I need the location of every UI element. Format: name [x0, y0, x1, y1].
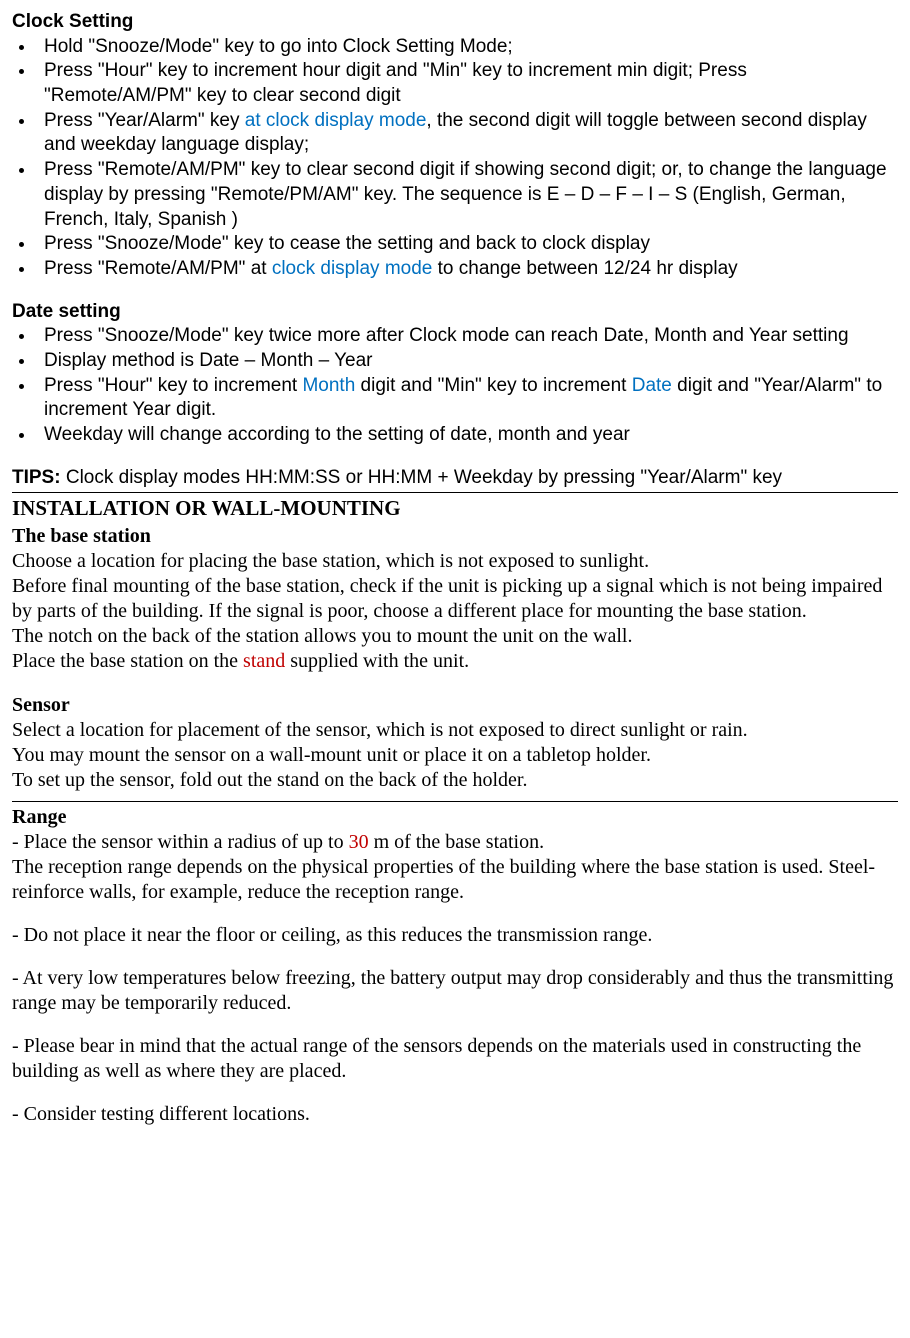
- text-span: Month: [302, 375, 355, 396]
- date-setting-heading: Date setting: [12, 300, 898, 325]
- divider: [12, 492, 898, 493]
- base-station-para4-b: stand: [243, 650, 285, 672]
- list-item: Press "Year/Alarm" key at clock display …: [36, 109, 898, 158]
- text-span: digit and "Min" key to increment: [355, 375, 631, 396]
- text-span: Press "Hour" key to increment hour digit…: [44, 60, 747, 106]
- range-para6: - Consider testing different locations.: [12, 1102, 898, 1127]
- list-item: Press "Snooze/Mode" key to cease the set…: [36, 232, 898, 257]
- clock-setting-list: Hold "Snooze/Mode" key to go into Clock …: [36, 35, 898, 282]
- base-station-para3: The notch on the back of the station all…: [12, 624, 898, 649]
- list-item: Press "Remote/AM/PM" at clock display mo…: [36, 257, 898, 282]
- list-item: Press "Hour" key to increment hour digit…: [36, 59, 898, 108]
- text-span: to change between 12/24 hr display: [432, 258, 737, 279]
- tips-label: TIPS:: [12, 467, 61, 488]
- text-span: Press "Snooze/Mode" key to cease the set…: [44, 233, 650, 254]
- text-span: Press "Remote/AM/PM" key to clear second…: [44, 159, 887, 229]
- range-para5: - Please bear in mind that the actual ra…: [12, 1034, 898, 1084]
- base-station-heading: The base station: [12, 523, 898, 549]
- list-item: Weekday will change according to the set…: [36, 423, 898, 448]
- range-para2: The reception range depends on the physi…: [12, 855, 898, 905]
- range-para3: - Do not place it near the floor or ceil…: [12, 923, 898, 948]
- list-item: Hold "Snooze/Mode" key to go into Clock …: [36, 35, 898, 60]
- text-span: Press "Remote/AM/PM" at: [44, 258, 272, 279]
- base-station-para4: Place the base station on the stand supp…: [12, 649, 898, 674]
- clock-setting-heading: Clock Setting: [12, 10, 898, 35]
- tips-text: Clock display modes HH:MM:SS or HH:MM + …: [61, 467, 782, 488]
- base-station-para4-c: supplied with the unit.: [285, 650, 469, 672]
- sensor-para1: Select a location for placement of the s…: [12, 718, 898, 743]
- date-setting-list: Press "Snooze/Mode" key twice more after…: [36, 324, 898, 447]
- divider: [12, 801, 898, 802]
- text-span: Hold "Snooze/Mode" key to go into Clock …: [44, 36, 513, 57]
- base-station-para4-a: Place the base station on the: [12, 650, 243, 672]
- range-p1-b: 30: [349, 831, 369, 853]
- text-span: Press "Hour" key to increment: [44, 375, 302, 396]
- list-item: Press "Hour" key to increment Month digi…: [36, 374, 898, 423]
- text-span: clock display mode: [272, 258, 433, 279]
- range-para4: - At very low temperatures below freezin…: [12, 966, 898, 1016]
- text-span: Press "Year/Alarm" key: [44, 110, 245, 131]
- sensor-para2: You may mount the sensor on a wall-mount…: [12, 743, 898, 768]
- range-p1-c: m of the base station.: [369, 831, 545, 853]
- text-span: Date: [632, 375, 672, 396]
- text-span: Weekday will change according to the set…: [44, 424, 630, 445]
- sensor-para3: To set up the sensor, fold out the stand…: [12, 768, 898, 793]
- base-station-para2: Before final mounting of the base statio…: [12, 574, 898, 624]
- range-p1-a: - Place the sensor within a radius of up…: [12, 831, 349, 853]
- list-item: Press "Remote/AM/PM" key to clear second…: [36, 158, 898, 232]
- text-span: at clock display mode: [245, 110, 427, 131]
- sensor-heading: Sensor: [12, 692, 898, 718]
- tips-paragraph: TIPS: Clock display modes HH:MM:SS or HH…: [12, 466, 898, 491]
- text-span: Display method is Date – Month – Year: [44, 350, 372, 371]
- text-span: Press "Snooze/Mode" key twice more after…: [44, 325, 849, 346]
- range-para1: - Place the sensor within a radius of up…: [12, 830, 898, 855]
- installation-heading: INSTALLATION OR WALL-MOUNTING: [12, 495, 898, 522]
- range-heading: Range: [12, 804, 898, 830]
- list-item: Press "Snooze/Mode" key twice more after…: [36, 324, 898, 349]
- base-station-para1: Choose a location for placing the base s…: [12, 549, 898, 574]
- list-item: Display method is Date – Month – Year: [36, 349, 898, 374]
